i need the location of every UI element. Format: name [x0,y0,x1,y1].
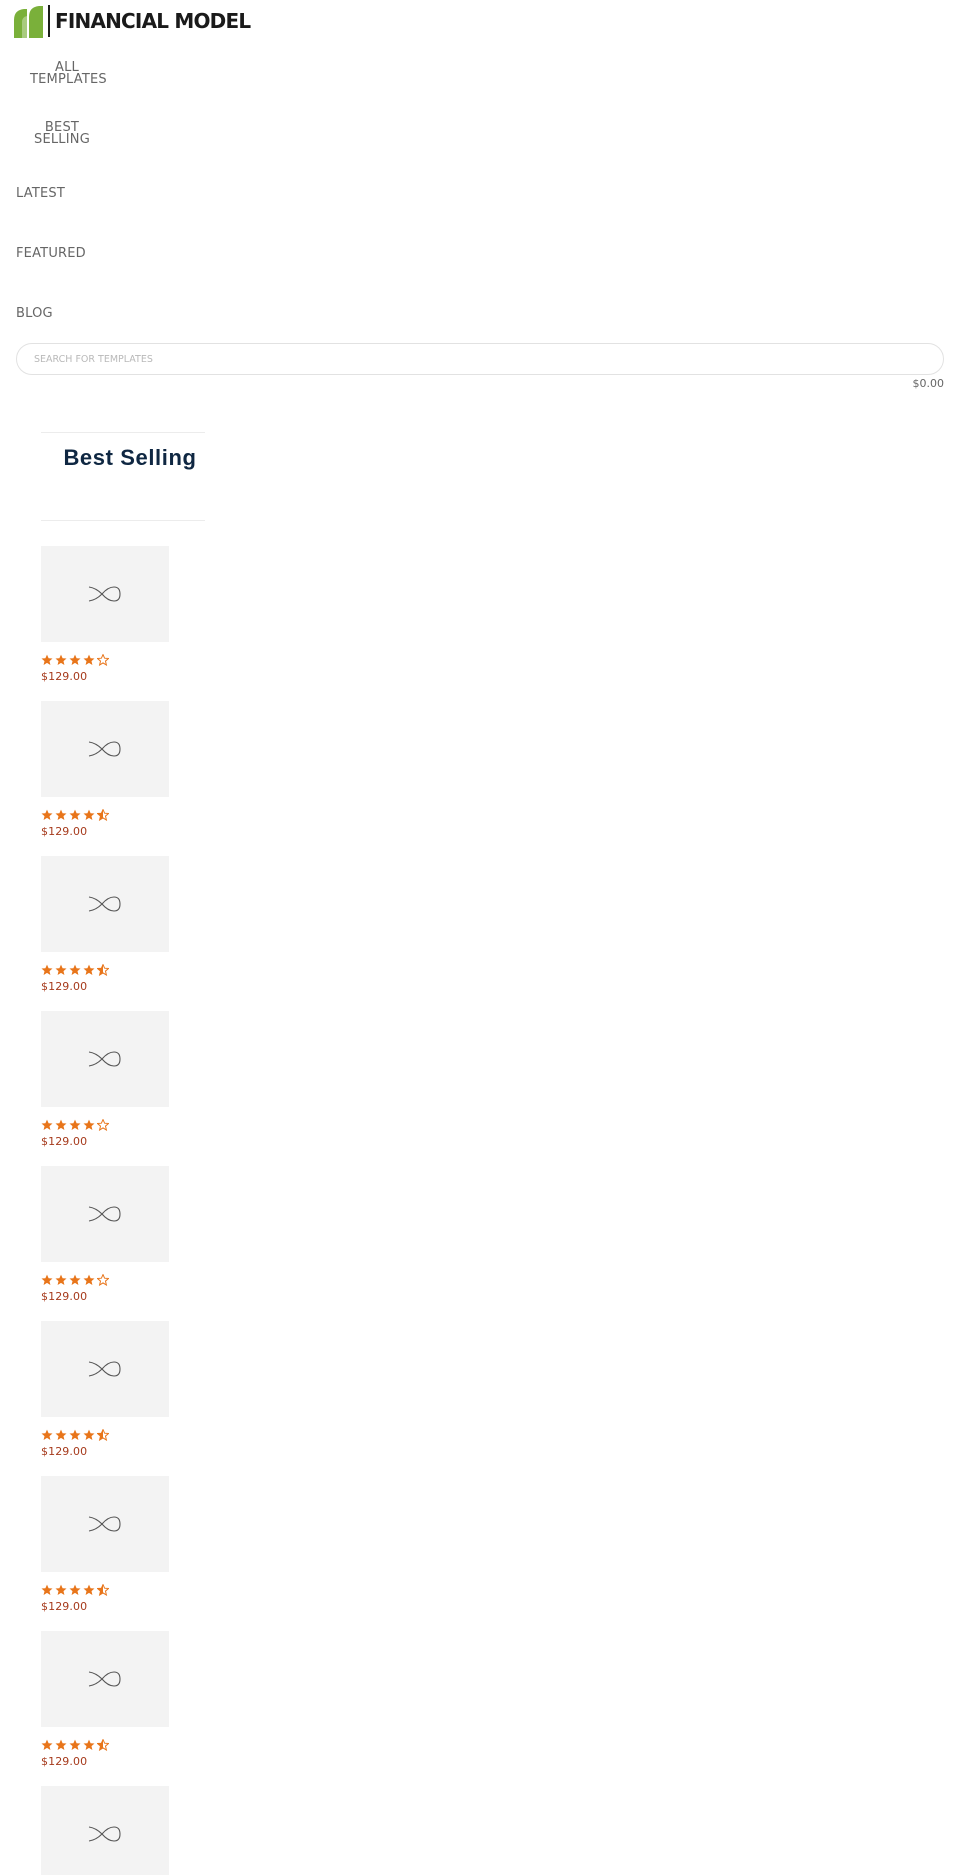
nav-all-templates-line2: TEMPLATES [30,72,107,87]
star-empty-icon [97,1274,109,1286]
nav-featured[interactable]: FEATURED [16,247,86,260]
product-price: $129.00 [41,1135,88,1148]
star-icon [41,1584,53,1595]
nav-latest[interactable]: LATEST [16,187,65,200]
product-card[interactable]: $129.00 [41,1166,171,1306]
nav-best-selling[interactable]: BEST SELLING [30,121,94,147]
product-image[interactable] [41,546,169,642]
star-icon [69,654,81,665]
star-icon [55,1584,67,1595]
product-image[interactable] [41,1011,169,1107]
star-half-icon [97,964,109,976]
infinity-icon [88,741,121,757]
product-price: $129.00 [41,1290,88,1303]
product-rating [41,1119,171,1131]
star-empty-icon [97,654,109,666]
star-half-icon [97,1739,109,1751]
infinity-icon [88,896,121,912]
product-rating [41,809,171,821]
product-rating [41,964,171,976]
star-icon [55,654,67,665]
product-image[interactable] [41,856,169,952]
star-icon [83,1274,95,1285]
star-icon [69,964,81,975]
star-icon [69,1584,81,1595]
product-image[interactable] [41,701,169,797]
search-bar [16,343,944,375]
product-card[interactable]: $129.00 [41,546,171,686]
product-price: $129.00 [41,980,88,993]
product-rating [41,1584,171,1596]
star-icon [55,1119,67,1130]
product-price: $129.00 [41,1445,88,1458]
search-input[interactable] [17,344,943,374]
star-icon [41,964,53,975]
product-image[interactable] [41,1476,169,1572]
nav-blog[interactable]: BLOG [16,307,53,320]
star-icon [55,1274,67,1285]
infinity-icon [88,1051,121,1067]
star-icon [41,1119,53,1130]
star-icon [69,809,81,820]
nav-best-selling-line2: SELLING [34,132,90,147]
product-price: $129.00 [41,825,88,838]
star-icon [41,809,53,820]
logo-mark-icon [14,5,50,38]
star-icon [55,809,67,820]
product-rating [41,1739,171,1751]
star-icon [41,1274,53,1285]
product-card[interactable]: $129.00 [41,701,171,841]
product-card[interactable] [41,1786,171,1875]
star-icon [69,1119,81,1130]
product-card[interactable]: $129.00 [41,1321,171,1461]
star-empty-icon [97,1119,109,1131]
star-icon [83,1429,95,1440]
nav-all-templates[interactable]: ALL TEMPLATES [30,61,107,87]
product-image[interactable] [41,1631,169,1727]
product-image[interactable] [41,1166,169,1262]
infinity-icon [88,1206,121,1222]
star-icon [83,964,95,975]
infinity-icon [88,1826,121,1842]
star-icon [83,809,95,820]
star-icon [55,964,67,975]
product-price: $129.00 [41,1600,88,1613]
product-price: $129.00 [41,670,88,683]
star-half-icon [97,1429,109,1441]
infinity-icon [88,1671,121,1687]
section-header: Best Selling [41,432,205,521]
product-rating [41,654,171,666]
star-icon [41,654,53,665]
product-card[interactable]: $129.00 [41,1476,171,1616]
product-card[interactable]: $129.00 [41,856,171,996]
infinity-icon [88,1516,121,1532]
star-half-icon [97,809,109,821]
brand-name: FINANCIAL MODEL [55,9,251,33]
product-image[interactable] [41,1321,169,1417]
infinity-icon [88,586,121,602]
product-rating [41,1274,171,1286]
product-card[interactable]: $129.00 [41,1631,171,1771]
star-icon [83,654,95,665]
star-icon [69,1429,81,1440]
cart-total[interactable]: $0.00 [913,377,945,390]
star-icon [83,1739,95,1750]
star-icon [69,1739,81,1750]
star-icon [69,1274,81,1285]
star-icon [83,1584,95,1595]
star-icon [41,1739,53,1750]
product-price: $129.00 [41,1755,88,1768]
star-icon [83,1119,95,1130]
infinity-icon [88,1361,121,1377]
star-icon [55,1429,67,1440]
product-image[interactable] [41,1786,169,1875]
star-icon [41,1429,53,1440]
product-card[interactable]: $129.00 [41,1011,171,1151]
product-rating [41,1429,171,1441]
star-icon [55,1739,67,1750]
star-half-icon [97,1584,109,1596]
logo[interactable]: FINANCIAL MODEL [13,3,251,39]
section-title: Best Selling [63,445,197,470]
